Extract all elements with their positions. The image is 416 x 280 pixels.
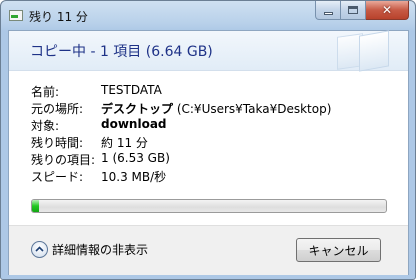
- progress-fill: [32, 200, 40, 212]
- destination-folder-link[interactable]: download: [101, 117, 167, 131]
- detail-label: 名前:: [31, 85, 60, 99]
- chevron-up-icon: [31, 240, 48, 258]
- hide-details-toggle[interactable]: 詳細情報の非表示: [31, 239, 148, 259]
- document-graphic-icon: [359, 30, 389, 72]
- detail-label: 残り時間:: [31, 136, 84, 150]
- close-button[interactable]: ✕: [366, 1, 409, 20]
- dialog-footer: 詳細情報の非表示 キャンセル: [9, 225, 408, 275]
- minimize-icon: [323, 11, 333, 15]
- maximize-icon: [348, 6, 358, 14]
- copy-progress-bar: [31, 199, 387, 213]
- detail-label: 対象:: [31, 119, 60, 133]
- detail-value: 約 11 分: [101, 136, 148, 150]
- dialog-header: コピー中 - 1 項目 (6.64 GB): [9, 30, 408, 72]
- cancel-button[interactable]: キャンセル: [296, 238, 381, 262]
- detail-label: 元の場所:: [31, 102, 84, 116]
- hide-details-label: 詳細情報の非表示: [52, 242, 149, 257]
- detail-value: download: [101, 117, 167, 131]
- source-folder-link[interactable]: デスクトップ: [101, 102, 173, 116]
- copy-progress-dialog: 残り 11 分 ✕ コピー中 - 1 項目 (6.64 GB) 名前: TEST…: [0, 0, 416, 280]
- detail-label: スピード:: [31, 170, 84, 184]
- window-title: 残り 11 分: [29, 10, 88, 24]
- dialog-body: コピー中 - 1 項目 (6.64 GB) 名前: TESTDATA 元の場所:…: [8, 30, 409, 275]
- caption-buttons: ✕: [315, 1, 409, 20]
- detail-value: デスクトップ (C:¥Users¥Taka¥Desktop): [101, 102, 332, 116]
- detail-value: TESTDATA: [101, 83, 162, 97]
- close-icon: ✕: [381, 3, 393, 17]
- copy-progress-icon: [9, 10, 23, 21]
- detail-label: 残りの項目:: [31, 153, 96, 167]
- minimize-button[interactable]: [315, 1, 341, 20]
- maximize-button[interactable]: [341, 1, 366, 20]
- detail-value: 1 (6.53 GB): [101, 151, 170, 165]
- copy-status-heading: コピー中 - 1 項目 (6.64 GB): [30, 44, 213, 60]
- title-bar[interactable]: 残り 11 分 ✕: [1, 1, 415, 31]
- detail-value: 10.3 MB/秒: [101, 170, 167, 184]
